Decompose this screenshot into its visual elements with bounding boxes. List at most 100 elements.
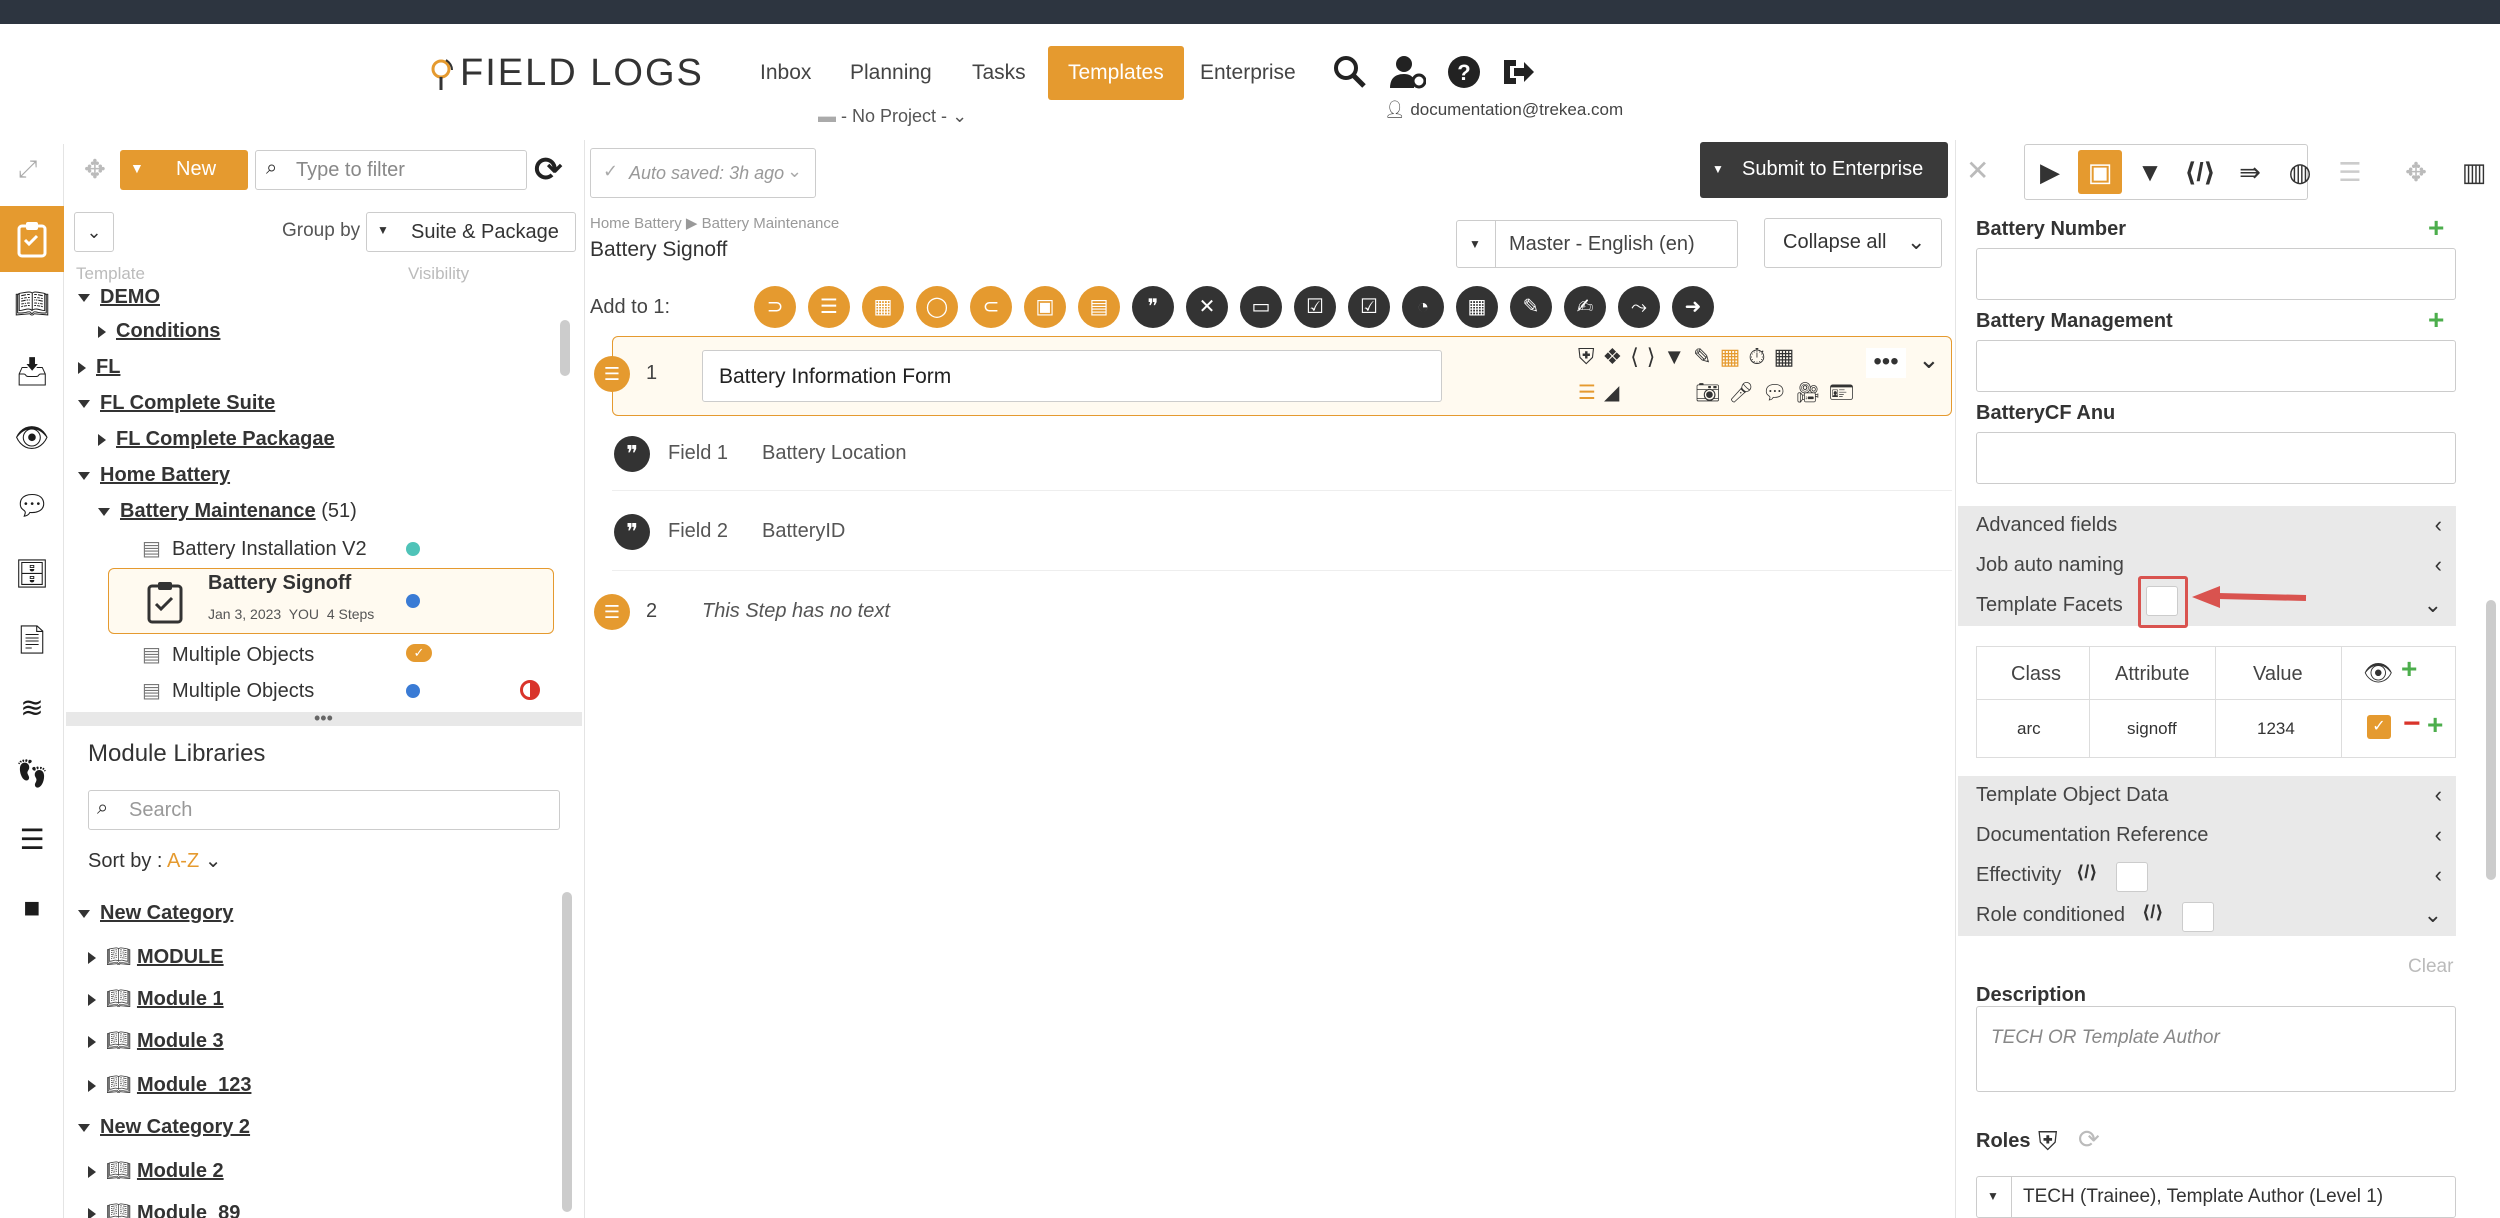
documentation-reference-section[interactable]: Documentation Reference ‹ <box>1958 816 2456 856</box>
refresh-icon[interactable]: ⟳ <box>534 150 563 190</box>
sort-selector[interactable]: Sort by : A-Z ⌄ <box>88 848 221 873</box>
inbox-download-icon[interactable]: 📥︎ <box>14 354 50 390</box>
effectivity-checkbox[interactable] <box>2116 862 2148 892</box>
code-icon[interactable]: ⟨/⟩ <box>2178 150 2222 194</box>
roles-select[interactable]: ▼ TECH (Trainee), Template Author (Level… <box>1976 1176 2456 1218</box>
breadcrumb-battery-maintenance[interactable]: Battery Maintenance <box>702 215 840 232</box>
tree-suite-fl-complete[interactable]: FL Complete Suite <box>78 392 275 415</box>
add-facet-icon[interactable]: + <box>2401 653 2417 685</box>
clipboard-icon[interactable]: ▣ <box>2078 150 2122 194</box>
nav-planning[interactable]: Planning <box>830 46 952 100</box>
battery-management-input[interactable] <box>1976 340 2456 392</box>
description-textarea[interactable]: TECH OR Template Author <box>1976 1006 2456 1092</box>
collapse-all-button[interactable]: Collapse all ⌄ <box>1764 218 1942 268</box>
steps-forward-icon[interactable]: ⇛ <box>2228 150 2272 194</box>
square-icon[interactable]: ■ <box>14 890 50 926</box>
field-value[interactable]: BatteryID <box>762 520 845 543</box>
step-text[interactable]: This Step has no text <box>702 600 890 623</box>
add-tools-icon[interactable]: ✎ <box>1510 286 1552 328</box>
step-tools-row-1[interactable]: ⛨❖⟨⟩▼✎▦⏱▦ <box>1578 344 1802 370</box>
add-media-icon[interactable]: ▤ <box>1078 286 1120 328</box>
add-quote-field-icon[interactable]: ❞ <box>1132 286 1174 328</box>
tree-suite-fl[interactable]: FL <box>78 356 120 379</box>
eye-icon[interactable]: 👁︎ <box>14 420 50 456</box>
module-item[interactable]: 📖︎ Module_89 <box>88 1200 240 1218</box>
list-icon[interactable]: ☰ <box>2328 150 2372 194</box>
facets-toggle-checkbox[interactable] <box>2146 586 2178 616</box>
battery-number-input[interactable] <box>1976 248 2456 300</box>
module-item[interactable]: 📖︎ Module 2 <box>88 1158 224 1183</box>
nav-inbox[interactable]: Inbox <box>740 46 831 100</box>
module-category[interactable]: New Category 2 <box>78 1116 250 1139</box>
job-auto-naming-section[interactable]: Job auto naming ‹ <box>1958 546 2456 586</box>
globe-icon[interactable]: ◍ <box>2278 150 2322 194</box>
field-value[interactable]: Battery Location <box>762 442 907 465</box>
facet-visible-checkbox[interactable]: ✓ <box>2367 715 2391 739</box>
expand-icon[interactable]: ⤢ <box>18 156 37 184</box>
template-battery-installation[interactable]: ▤ Battery Installation V2 <box>142 536 367 561</box>
add-share-icon[interactable]: ⤳ <box>1618 286 1660 328</box>
step-tools-row-2[interactable]: ☰◢ 📷︎🎤︎💬︎🎥︎🪪︎ <box>1578 380 1862 405</box>
nav-enterprise[interactable]: Enterprise <box>1180 46 1316 100</box>
role-conditioned-checkbox[interactable] <box>2182 902 2214 932</box>
module-item[interactable]: 📖︎ Module 3 <box>88 1028 224 1053</box>
add-list-icon[interactable]: ☰ <box>808 286 850 328</box>
tree-package-conditions[interactable]: Conditions <box>98 320 220 343</box>
comments-icon[interactable]: 💬︎ <box>14 488 50 524</box>
close-icon[interactable]: ✕ <box>1966 154 1989 187</box>
add-next-icon[interactable]: ➜ <box>1672 286 1714 328</box>
list-icon[interactable]: ☰ <box>14 822 50 858</box>
logo[interactable]: FIELD LOGS <box>460 52 704 95</box>
clear-button[interactable]: Clear <box>2408 956 2453 978</box>
module-item[interactable]: 📖︎ Module 1 <box>88 986 224 1011</box>
add-table-icon[interactable]: ▦ <box>862 286 904 328</box>
search-icon[interactable] <box>1332 54 1368 90</box>
database-icon[interactable]: 🗄︎ <box>14 556 50 592</box>
new-button[interactable]: ▼ New <box>120 150 248 190</box>
tree-package-fl-complete[interactable]: FL Complete Packagae <box>98 428 335 451</box>
eye-icon[interactable]: 👁︎ <box>2363 659 2393 688</box>
book-icon[interactable]: 📖︎ <box>14 286 50 322</box>
language-select[interactable]: ▼ Master - English (en) <box>1456 220 1738 268</box>
nav-tasks[interactable]: Tasks <box>952 46 1046 100</box>
advanced-fields-section[interactable]: Advanced fields ‹ <box>1958 506 2456 546</box>
module-category[interactable]: New Category <box>78 902 233 925</box>
batterycf-input[interactable] <box>1976 432 2456 484</box>
add-checkbox-icon[interactable]: ☑ <box>1348 286 1390 328</box>
add-form-icon[interactable]: ▣ <box>1024 286 1066 328</box>
module-item[interactable]: 📖︎ Module_123 <box>88 1072 251 1097</box>
module-search-input[interactable]: ⌕ Search <box>88 790 560 830</box>
submit-to-enterprise-button[interactable]: ▼ Submit to Enterprise <box>1700 142 1948 198</box>
remove-facet-icon[interactable]: − <box>2403 707 2421 741</box>
collapse-dropdown[interactable]: ⌄ <box>74 212 114 252</box>
tree-suite-home-battery[interactable]: Home Battery <box>78 464 230 487</box>
add-icon[interactable]: + <box>2428 212 2444 244</box>
autosave-status[interactable]: ✓ Auto saved: 3h ago ⌄ <box>590 148 816 198</box>
template-filter-input[interactable]: ⌕ Type to filter <box>255 150 527 190</box>
add-attachment-icon[interactable]: ⊂ <box>970 286 1012 328</box>
layout-icon[interactable]: ▥ <box>2452 150 2496 194</box>
add-card-icon[interactable]: ▭ <box>1240 286 1282 328</box>
tree-package-battery-maintenance[interactable]: Battery Maintenance (51) <box>98 500 357 523</box>
layers-icon[interactable]: ≋ <box>14 690 50 726</box>
add-time-icon[interactable]: ◔ <box>1402 286 1444 328</box>
module-scrollbar[interactable] <box>562 892 572 1212</box>
move-icon[interactable]: ✥ <box>2394 150 2438 194</box>
logout-icon[interactable] <box>1500 54 1536 90</box>
right-panel-scrollbar[interactable] <box>2486 600 2496 880</box>
add-step-icon[interactable]: ⊃ <box>754 286 796 328</box>
project-selector[interactable]: ▬ - No Project - ⌄ <box>818 106 967 127</box>
breadcrumb-home-battery[interactable]: Home Battery <box>590 215 682 232</box>
add-circle-icon[interactable]: ◯ <box>916 286 958 328</box>
template-multiple-objects[interactable]: ▤ Multiple Objects <box>142 642 314 667</box>
user-settings-icon[interactable] <box>1390 54 1426 90</box>
group-by-select[interactable]: ▼ Suite & Package <box>366 212 576 252</box>
add-icon[interactable]: + <box>2428 304 2444 336</box>
pdf-file-icon[interactable]: 📄︎ <box>14 622 50 658</box>
sync-icon[interactable]: ⟳ <box>2078 1124 2100 1155</box>
module-item[interactable]: 📖︎ MODULE <box>88 944 224 969</box>
template-object-data-section[interactable]: Template Object Data ‹ <box>1958 776 2456 816</box>
add-edit-icon[interactable]: ✍ <box>1564 286 1606 328</box>
template-multiple-objects[interactable]: ▤ Multiple Objects <box>142 678 314 703</box>
add-multi-choice-icon[interactable]: ✕ <box>1186 286 1228 328</box>
